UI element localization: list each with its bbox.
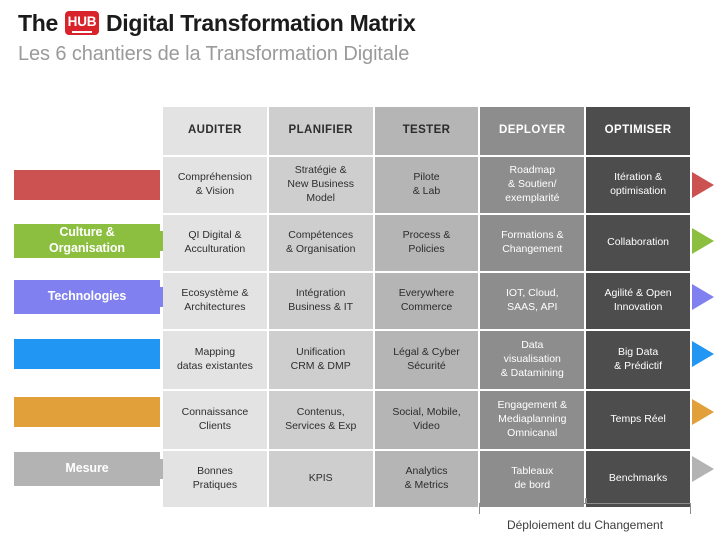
matrix-cell[interactable]: Big Data & Prédictif — [586, 331, 690, 389]
matrix-grid: AUDITER PLANIFIER TESTER DEPLOYER OPTIMISER C… — [163, 107, 690, 507]
row-arrow-icon — [692, 341, 714, 367]
matrix-cell[interactable]: Contenus, Services & Exp — [268, 391, 373, 449]
category-bar-labeled[interactable]: Technologies — [14, 280, 172, 314]
matrix-cell[interactable]: Tableaux de bord — [480, 451, 585, 507]
matrix-cell[interactable]: IOT, Cloud, SAAS, API — [480, 273, 585, 329]
category-slot — [14, 325, 166, 383]
matrix-row: Connaissance Clients Contenus, Services & E… — [163, 391, 690, 449]
category-labels-column: Culture & Organisation Technologies Mesure — [14, 107, 172, 497]
subtitle: Les 6 chantiers de la Transformation Dig… — [18, 43, 410, 65]
category-bar[interactable] — [14, 397, 160, 427]
matrix-cell[interactable]: Engagement & Mediaplanning Omnicanal — [480, 391, 585, 449]
matrix-cell[interactable]: Unification CRM & DMP — [268, 331, 373, 389]
matrix-cell[interactable]: Compétences & Organisation — [268, 215, 373, 271]
matrix-cell[interactable]: KPIS — [268, 451, 373, 507]
transformation-matrix-slide: The HUB Digital Transformation Matrix Le… — [0, 0, 726, 540]
matrix-row: Ecosystème & Architectures Intégration Busi… — [163, 273, 690, 329]
title-prefix: The — [18, 9, 58, 36]
matrix-cell[interactable]: Data visualisation & Datamining — [480, 331, 585, 389]
matrix-cell[interactable]: Social, Mobile, Video — [374, 391, 479, 449]
bracket-shape — [479, 498, 691, 514]
row-arrow-icon — [692, 172, 714, 198]
hub-logo-underline — [72, 30, 92, 33]
matrix-cell[interactable]: Everywhere Commerce — [374, 273, 479, 329]
row-arrow-icon — [692, 456, 714, 482]
matrix-row: Compréhension & Vision Stratégie & New Busi… — [163, 157, 690, 213]
column-header-optimiser[interactable]: OPTIMISER — [586, 107, 690, 155]
matrix-cell[interactable]: Formations & Changement — [480, 215, 585, 271]
arrow-slot — [692, 383, 726, 441]
matrix-cell[interactable]: Compréhension & Vision — [163, 157, 267, 213]
hub-logo-text: HUB — [67, 14, 97, 30]
title-block: The HUB Digital Transformation Matrix Le… — [18, 8, 708, 66]
row-arrow-icon — [692, 284, 714, 310]
arrow-slot — [692, 325, 726, 383]
matrix-cell[interactable]: Collaboration — [586, 215, 690, 271]
matrix-cell[interactable]: Benchmarks — [586, 451, 690, 507]
matrix-row: Mapping datas existantes Unification CRM & … — [163, 331, 690, 389]
column-header-deployer[interactable]: DEPLOYER — [480, 107, 585, 155]
hub-logo-icon: HUB — [65, 11, 99, 35]
category-slot: Culture & Organisation — [14, 213, 172, 269]
matrix-row: Bonnes Pratiques KPIS Analytics & Metrics Tab… — [163, 451, 690, 507]
matrix-cell[interactable]: Roadmap & Soutien/exemplarité — [480, 157, 585, 213]
column-header-auditer[interactable]: AUDITER — [163, 107, 267, 155]
arrow-slot — [692, 441, 726, 497]
category-slot — [14, 157, 166, 213]
matrix-cell[interactable]: QI Digital & Acculturation — [163, 215, 267, 271]
arrow-slot — [692, 157, 726, 213]
column-header-tester[interactable]: TESTER — [374, 107, 479, 155]
matrix-cell[interactable]: Pilote & Lab — [374, 157, 479, 213]
matrix-cell[interactable]: Ecosystème & Architectures — [163, 273, 267, 329]
matrix-row: QI Digital & Acculturation Compétences & Or… — [163, 215, 690, 271]
category-bar-labeled[interactable]: Culture & Organisation — [14, 224, 172, 258]
matrix-cell[interactable]: Temps Réel — [586, 391, 690, 449]
row-arrow-icon — [692, 228, 714, 254]
bracket-stem — [585, 498, 587, 504]
row-arrow-icon — [692, 399, 714, 425]
matrix-cell[interactable]: Process & Policies — [374, 215, 479, 271]
deployment-bracket: Déploiement du Changement — [479, 498, 691, 532]
matrix-cell[interactable]: Itération & optimisation — [586, 157, 690, 213]
matrix-cell[interactable]: Bonnes Pratiques — [163, 451, 267, 507]
matrix-cell[interactable]: Analytics & Metrics — [374, 451, 479, 507]
category-slot: Technologies — [14, 269, 172, 325]
matrix-header-row: AUDITER PLANIFIER TESTER DEPLOYER OPTIMISER — [163, 107, 690, 155]
row-arrows-column — [692, 107, 726, 497]
matrix-cell[interactable]: Intégration Business & IT — [268, 273, 373, 329]
category-slot: Mesure — [14, 441, 172, 497]
category-bar[interactable] — [14, 339, 160, 369]
main-title: The HUB Digital Transformation Matrix — [18, 8, 708, 38]
bracket-label: Déploiement du Changement — [506, 518, 664, 532]
category-bar-labeled[interactable]: Mesure — [14, 452, 172, 486]
category-slot — [14, 383, 166, 441]
title-suffix: Digital Transformation Matrix — [106, 9, 416, 36]
matrix-cell[interactable]: Connaissance Clients — [163, 391, 267, 449]
matrix-cell[interactable]: Agilité & Open Innovation — [586, 273, 690, 329]
matrix-cell[interactable]: Légal & Cyber Sécurité — [374, 331, 479, 389]
category-bar[interactable] — [14, 170, 160, 200]
matrix-cell[interactable]: Mapping datas existantes — [163, 331, 267, 389]
arrow-slot — [692, 213, 726, 269]
matrix-cell[interactable]: Stratégie & New Business Model — [268, 157, 373, 213]
column-header-planifier[interactable]: PLANIFIER — [268, 107, 373, 155]
arrow-slot — [692, 269, 726, 325]
